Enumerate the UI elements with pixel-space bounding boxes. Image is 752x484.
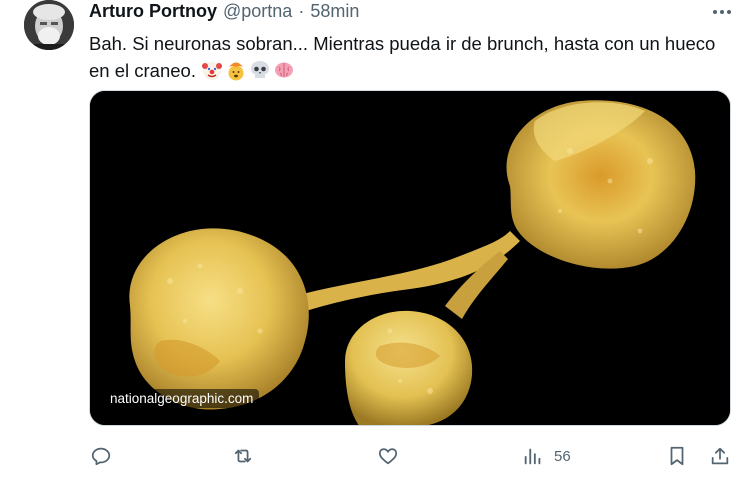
separator-dot: ·: [298, 0, 305, 21]
retweet-button[interactable]: [232, 442, 254, 470]
like-icon: [378, 448, 398, 465]
views-count: 56: [554, 447, 571, 465]
tweet-media-image[interactable]: nationalgeographic.com: [89, 90, 731, 426]
bookmark-button[interactable]: [666, 442, 688, 470]
exploding-head-icon: [225, 59, 247, 81]
display-name[interactable]: Arturo Portnoy: [89, 1, 217, 22]
action-bar: 56: [0, 442, 752, 470]
like-button[interactable]: [377, 442, 399, 470]
tweet[interactable]: Arturo Portnoy @portna · 58min Bah. Si n…: [0, 0, 752, 484]
bookmark-icon: [670, 446, 684, 466]
share-button[interactable]: [709, 442, 731, 470]
tweet-text-content: Bah. Si neuronas sobran... Mientras pued…: [89, 33, 716, 81]
media-source-label: nationalgeographic.com: [104, 389, 260, 408]
more-icon[interactable]: [710, 2, 734, 22]
reply-button[interactable]: [90, 442, 112, 470]
brain-icon: [273, 59, 295, 81]
cells-illustration: [90, 91, 730, 425]
clown-face-icon: [201, 59, 223, 81]
views-icon: [524, 448, 541, 465]
avatar[interactable]: [24, 0, 74, 50]
share-icon: [711, 447, 729, 465]
handle[interactable]: @portna: [223, 1, 292, 22]
tweet-text: Bah. Si neuronas sobran... Mientras pued…: [89, 30, 729, 84]
tweet-header: Arturo Portnoy @portna · 58min: [89, 0, 359, 22]
skull-icon: [249, 59, 271, 81]
timestamp[interactable]: 58min: [310, 1, 359, 22]
reply-icon: [91, 447, 111, 466]
retweet-icon: [234, 449, 252, 463]
views-button[interactable]: 56: [522, 442, 571, 470]
